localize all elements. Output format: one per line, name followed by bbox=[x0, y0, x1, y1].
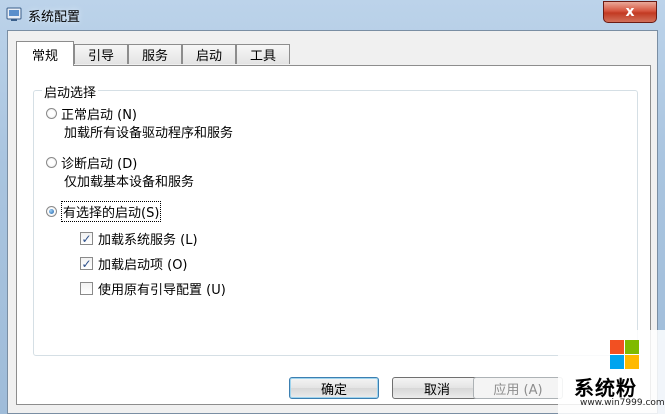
load-system-services-label: 加载系统服务 (L) bbox=[98, 233, 198, 248]
checkmark-icon[interactable]: ✓ bbox=[80, 257, 93, 270]
ok-button[interactable]: 确定 bbox=[289, 377, 379, 399]
tab-general[interactable]: 常规 bbox=[16, 41, 74, 66]
checkmark-icon[interactable]: ✓ bbox=[80, 232, 93, 245]
selective-radio-indicator[interactable] bbox=[46, 206, 57, 217]
startup-selection-group: 启动选择 正常启动 (N) 加载所有设备驱动程序和服务 诊断启动 (D) 仅加载… bbox=[33, 82, 638, 356]
watermark-url: www.win7999.com bbox=[580, 398, 665, 408]
diagnostic-startup-radio[interactable]: 诊断启动 (D) bbox=[46, 153, 137, 172]
unchecked-box-icon[interactable] bbox=[80, 282, 93, 295]
msconfig-icon bbox=[6, 7, 22, 21]
windows-logo-icon bbox=[610, 340, 640, 370]
diagnostic-startup-desc: 仅加载基本设备和服务 bbox=[64, 175, 195, 190]
close-button[interactable]: x bbox=[603, 1, 657, 23]
use-original-boot-config-label: 使用原有引导配置 (U) bbox=[98, 283, 226, 298]
group-legend: 启动选择 bbox=[42, 82, 99, 101]
normal-startup-radio[interactable]: 正常启动 (N) bbox=[46, 104, 137, 123]
use-original-boot-config-checkbox[interactable]: 使用原有引导配置 (U) bbox=[80, 279, 226, 298]
tab-services[interactable]: 服务 bbox=[128, 44, 182, 64]
tab-boot[interactable]: 引导 bbox=[74, 44, 128, 64]
load-startup-items-checkbox[interactable]: ✓ 加载启动项 (O) bbox=[80, 254, 188, 273]
diagnostic-radio-indicator[interactable] bbox=[46, 157, 57, 168]
system-config-window: 系统配置 x 常规 引导 服务 启动 工具 启动选择 正常启动 (N) 加载所有… bbox=[0, 0, 665, 414]
load-system-services-checkbox[interactable]: ✓ 加载系统服务 (L) bbox=[80, 229, 198, 248]
cancel-button[interactable]: 取消 bbox=[392, 377, 482, 399]
close-icon: x bbox=[625, 4, 635, 20]
load-startup-items-label: 加载启动项 (O) bbox=[98, 258, 188, 273]
normal-startup-desc: 加载所有设备驱动程序和服务 bbox=[64, 126, 234, 141]
normal-startup-label: 正常启动 (N) bbox=[61, 108, 138, 123]
title-bar[interactable]: 系统配置 x bbox=[0, 0, 665, 28]
watermark-text: 系统粉 bbox=[574, 376, 637, 400]
selective-startup-radio[interactable]: 有选择的启动(S) bbox=[46, 201, 162, 222]
selective-startup-label: 有选择的启动(S) bbox=[61, 201, 162, 222]
normal-radio-indicator[interactable] bbox=[46, 108, 57, 119]
apply-button[interactable]: 应用 (A) bbox=[473, 377, 563, 399]
diagnostic-startup-label: 诊断启动 (D) bbox=[61, 157, 138, 172]
site-watermark: 系统粉 www.win7999.com bbox=[558, 330, 665, 414]
tab-tools[interactable]: 工具 bbox=[236, 44, 290, 64]
window-title: 系统配置 bbox=[28, 10, 81, 25]
tab-startup[interactable]: 启动 bbox=[182, 44, 236, 64]
general-panel: 启动选择 正常启动 (N) 加载所有设备驱动程序和服务 诊断启动 (D) 仅加载… bbox=[16, 65, 651, 405]
